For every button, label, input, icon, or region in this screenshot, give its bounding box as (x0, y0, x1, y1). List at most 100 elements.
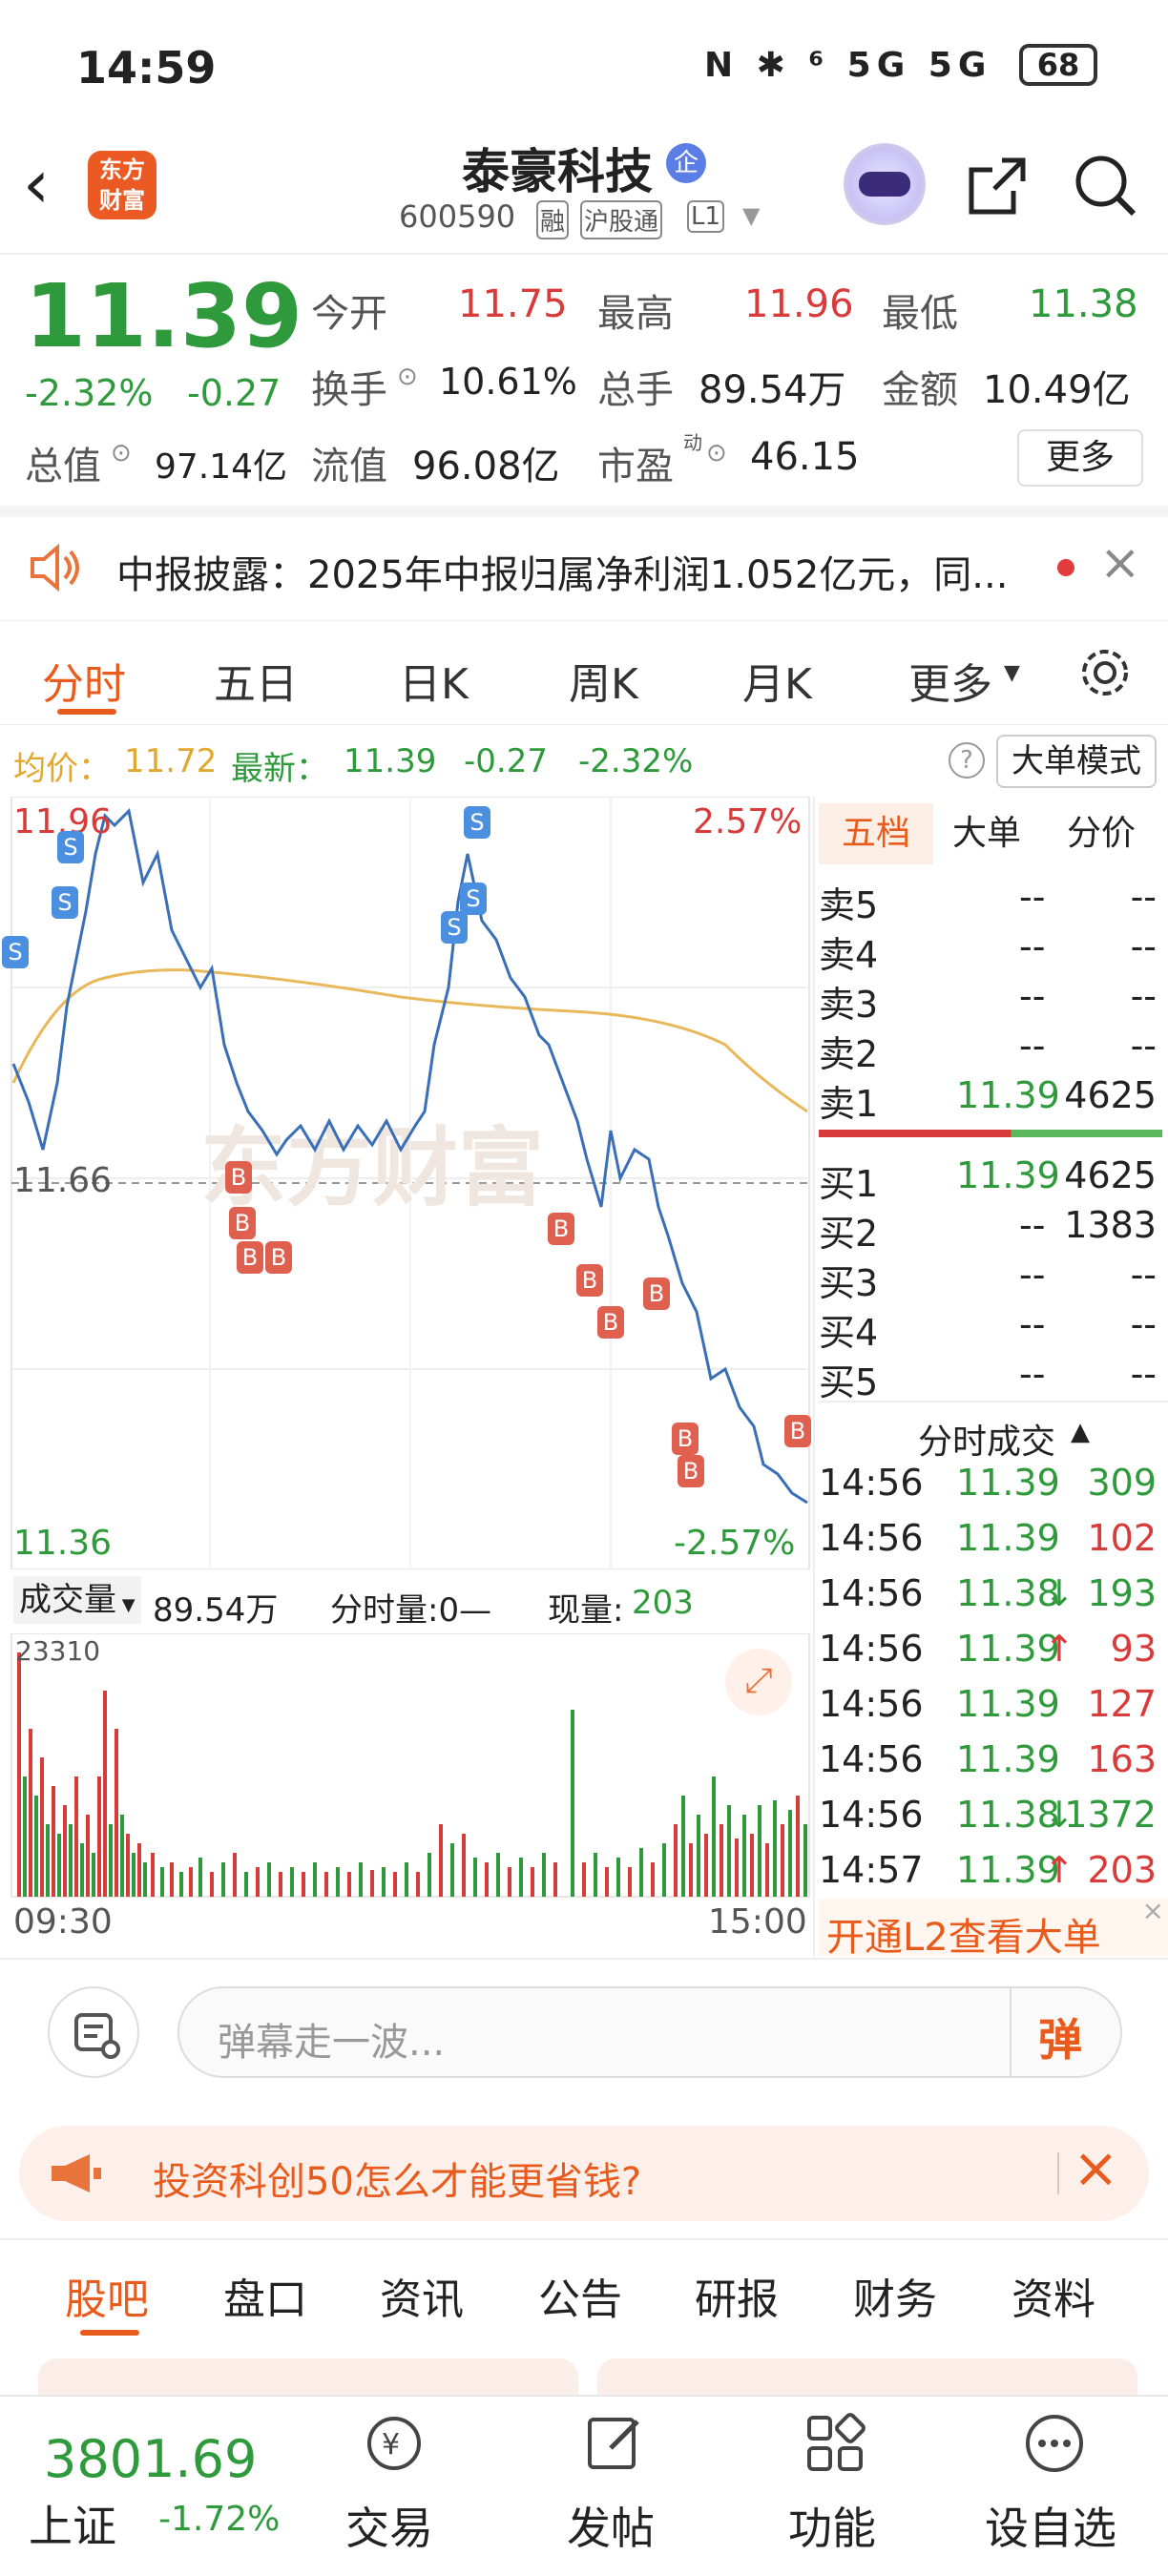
dropdown-icon[interactable]: ▼ (742, 202, 760, 229)
big-order-mode-button[interactable]: 大单模式 (996, 735, 1157, 788)
buy-marker[interactable]: B (237, 1241, 263, 1274)
index-value[interactable]: 3801.69 (44, 2429, 257, 2489)
robot-assistant-icon[interactable] (844, 143, 926, 225)
tab-5day[interactable]: 五日 (214, 650, 298, 711)
info-icon[interactable]: ⊙ (706, 439, 727, 467)
l2-upgrade-link[interactable]: 开通L2查看大单 (826, 1906, 1101, 1962)
settings-gear-icon[interactable] (1076, 644, 1134, 701)
latest-value: 11.39 (344, 742, 437, 780)
nav-add-watchlist[interactable]: 设自选 (985, 2494, 1116, 2557)
tab-more[interactable]: 更多 (908, 650, 992, 711)
trades-header[interactable]: 分时成交 ▲ (819, 1404, 1168, 1462)
last-price: 11.39 (25, 265, 303, 367)
sell-marker[interactable]: S (441, 911, 468, 944)
tab-orderbook[interactable]: 盘口 (223, 2265, 307, 2326)
buy-marker[interactable]: B (229, 1207, 256, 1239)
more-button[interactable]: 更多 (1017, 429, 1143, 487)
stock-header: ‹ 东方 财富 泰豪科技 企 600590 融 沪股通 L1 ▼ (0, 124, 1168, 253)
bid-price: 11.39 (956, 1154, 1060, 1196)
tab-profile[interactable]: 资料 (1012, 2265, 1095, 2326)
trade-volume: 203 (1087, 1849, 1157, 1891)
search-icon[interactable] (1073, 153, 1139, 219)
forum-card-peek (38, 2358, 578, 2397)
buy-marker[interactable]: B (225, 1161, 252, 1194)
tab-forum[interactable]: 股吧 (65, 2265, 149, 2326)
buy-marker[interactable]: B (784, 1415, 811, 1447)
tab-weekly[interactable]: 周K (569, 650, 638, 711)
close-icon[interactable]: × (1142, 1895, 1164, 1926)
sell-marker[interactable]: S (2, 936, 29, 968)
volume-selector[interactable]: 成交量 ▼ (13, 1576, 141, 1624)
pe-sup: 动 (683, 431, 702, 454)
buy-marker[interactable]: B (548, 1213, 574, 1245)
expand-icon[interactable]: ⤢ (725, 1649, 792, 1715)
tab-intraday[interactable]: 分时 (42, 650, 126, 711)
tab-big-orders[interactable]: 大单 (952, 803, 1021, 864)
trade-volume: 102 (1087, 1517, 1157, 1559)
trade-icon: ¥ (367, 2417, 421, 2470)
notice-bar[interactable]: 中报披露：2025年中报归属净利润1.052亿元，同... × (0, 517, 1168, 620)
tab-five-levels[interactable]: 五档 (819, 803, 933, 864)
nav-functions[interactable]: 功能 (788, 2494, 876, 2557)
tab-announcements[interactable]: 公告 (538, 2265, 622, 2326)
float-label: 流值 (311, 445, 387, 488)
info-icon[interactable]: ⊙ (397, 363, 418, 391)
trade-time: 14:56 (819, 1738, 924, 1780)
bid-volume: -- (1130, 1303, 1157, 1345)
buy-marker[interactable]: B (643, 1278, 670, 1310)
megaphone-icon (52, 2154, 101, 2192)
split-volume-label: 分时量:0— (330, 1591, 492, 1630)
index-name[interactable]: 上证 (29, 2492, 116, 2555)
index-change[interactable]: -1.72% (158, 2500, 280, 2539)
tab-financials[interactable]: 财务 (853, 2265, 937, 2326)
ask-price: -- (1019, 975, 1046, 1017)
trade-volume: 193 (1087, 1572, 1157, 1614)
buy-marker[interactable]: B (672, 1423, 699, 1455)
buy-marker[interactable]: B (678, 1455, 704, 1487)
unread-dot (1057, 559, 1074, 576)
buy-marker[interactable]: B (597, 1306, 624, 1339)
nav-trade[interactable]: 交易 (345, 2494, 433, 2557)
close-icon[interactable]: × (1073, 2135, 1119, 2200)
trade-volume: 309 (1087, 1462, 1157, 1504)
tab-daily[interactable]: 日K (399, 650, 469, 711)
eastmoney-logo: 东方 财富 (88, 151, 156, 219)
danmaku-placeholder: 弹幕走一波... (218, 2021, 446, 2065)
nav-post[interactable]: 发帖 (567, 2494, 655, 2557)
section-tabs: 股吧 盘口 资讯 公告 研报 财务 资料 (0, 2242, 1168, 2347)
trade-volume: 127 (1087, 1683, 1157, 1725)
ask-price: -- (1019, 876, 1046, 918)
open-label: 今开 (311, 292, 387, 336)
danmaku-settings-icon[interactable] (48, 1986, 139, 2078)
promo-banner[interactable]: 投资科创50怎么才能更省钱? × (19, 2126, 1149, 2221)
intraday-chart[interactable]: 东方财富 11.96 2.57% 11.66 11.36 -2.57% S S … (0, 797, 813, 1569)
ask-label: 卖5 (819, 884, 879, 926)
tab-price-split[interactable]: 分价 (1067, 803, 1136, 864)
svg-text:¥: ¥ (382, 2428, 400, 2462)
buy-marker[interactable]: B (576, 1264, 603, 1297)
tab-monthly[interactable]: 月K (742, 650, 812, 711)
buy-marker[interactable]: B (265, 1241, 292, 1274)
info-icon[interactable]: ⊙ (111, 439, 132, 467)
pe-label: 市盈 (597, 445, 674, 488)
bid-label: 买3 (819, 1262, 879, 1304)
amount-label: 金额 (882, 368, 958, 412)
tab-news[interactable]: 资讯 (380, 2265, 464, 2326)
help-icon[interactable]: ? (949, 742, 985, 779)
share-icon[interactable] (964, 153, 1031, 219)
l2-upgrade-banner[interactable]: 开通L2查看大单 × (819, 1895, 1168, 1960)
high-label: 最高 (597, 292, 674, 336)
danmaku-send-button[interactable]: 弹 (1038, 2005, 1082, 2068)
close-icon[interactable]: × (1099, 534, 1141, 592)
tab-research[interactable]: 研报 (695, 2265, 779, 2326)
back-arrow-icon[interactable]: ‹ (23, 145, 50, 223)
sell-marker[interactable]: S (52, 886, 78, 919)
ask-volume: -- (1130, 876, 1157, 918)
sell-marker[interactable]: S (57, 831, 84, 863)
danmaku-input[interactable]: 弹幕走一波... 弹 (177, 1986, 1122, 2078)
low-label: 最低 (882, 292, 958, 336)
sell-marker[interactable]: S (464, 806, 490, 839)
sell-marker[interactable]: S (460, 883, 487, 915)
time-end-label: 15:00 (708, 1902, 807, 1942)
trade-volume: 1372 (1064, 1794, 1157, 1836)
